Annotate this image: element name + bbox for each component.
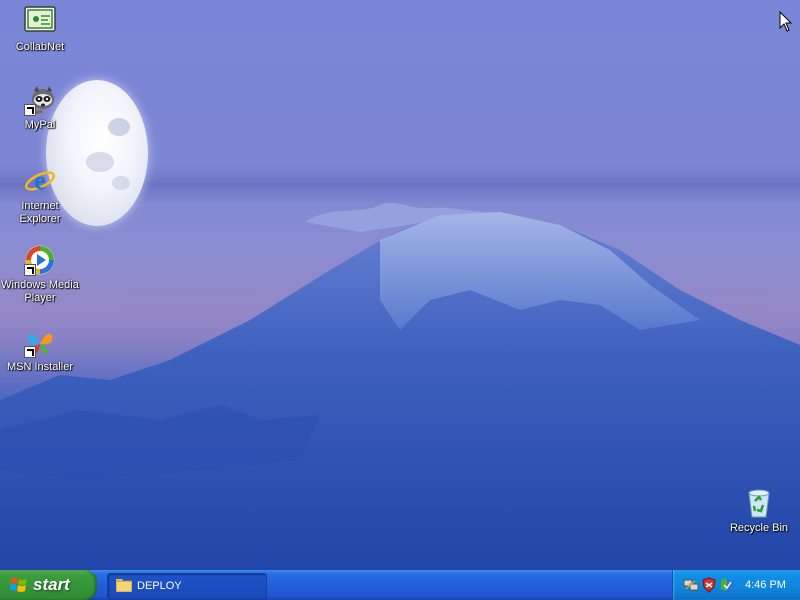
taskbar-item-label: DEPLOY bbox=[137, 580, 182, 592]
taskbar-item-deploy[interactable]: DEPLOY bbox=[107, 573, 267, 599]
windows-logo-icon bbox=[10, 578, 27, 592]
system-tray: 4:46 PM bbox=[672, 570, 800, 600]
taskbar: start DEPLOY 4:46 PM bbox=[0, 570, 800, 600]
media-player-icon bbox=[24, 244, 56, 276]
desktop-icon-label: Windows Media Player bbox=[1, 279, 79, 304]
mouse-cursor-icon bbox=[779, 11, 793, 32]
desktop-icon-internet-explorer[interactable]: e Internet Explorer bbox=[0, 165, 80, 226]
desktop-icon-collabnet[interactable]: CollabNet bbox=[0, 6, 80, 54]
clock[interactable]: 4:46 PM bbox=[745, 579, 786, 591]
recycle-bin-icon bbox=[743, 487, 775, 519]
desktop-icon-label: MSN Installer bbox=[6, 361, 74, 373]
desktop-icon-label: Internet Explorer bbox=[19, 200, 61, 225]
msn-butterfly-icon bbox=[24, 326, 56, 358]
shortcut-arrow-icon bbox=[24, 264, 36, 276]
update-icon[interactable] bbox=[719, 577, 735, 593]
collabnet-icon bbox=[24, 6, 56, 38]
internet-explorer-icon: e bbox=[24, 165, 56, 197]
desktop-icon-label: MyPal bbox=[24, 119, 56, 131]
svg-text:e: e bbox=[34, 166, 46, 195]
folder-icon bbox=[116, 579, 132, 592]
desktop-icon-label: Recycle Bin bbox=[729, 522, 789, 534]
desktop-icon-windows-media-player[interactable]: Windows Media Player bbox=[0, 244, 80, 305]
start-button[interactable]: start bbox=[0, 570, 97, 600]
desktop-icon-label: CollabNet bbox=[15, 41, 65, 53]
start-button-label: start bbox=[33, 575, 70, 594]
desktop-icon-msn-installer[interactable]: MSN Installer bbox=[0, 326, 80, 374]
wallpaper-mountain bbox=[0, 202, 800, 600]
security-shield-icon[interactable] bbox=[701, 577, 717, 593]
desktop-icon-recycle-bin[interactable]: Recycle Bin bbox=[719, 487, 799, 535]
network-icon[interactable] bbox=[683, 577, 699, 593]
shortcut-arrow-icon bbox=[24, 104, 36, 116]
desktop-icon-mypal[interactable]: MyPal bbox=[0, 84, 80, 132]
shortcut-arrow-icon bbox=[24, 346, 36, 358]
raccoon-icon bbox=[24, 84, 56, 116]
